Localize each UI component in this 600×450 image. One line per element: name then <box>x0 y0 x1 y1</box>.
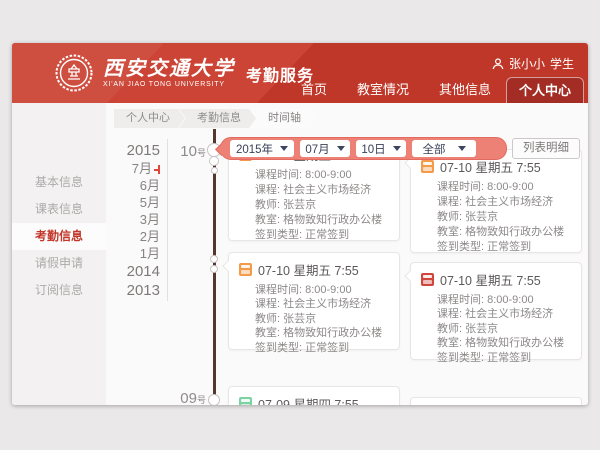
timeline-month-7-selected[interactable]: 7月 <box>108 160 160 177</box>
timeline-node-small <box>210 255 218 263</box>
breadcrumb-timeline[interactable]: 时间轴 <box>250 109 316 128</box>
university-name-en: XI'AN JIAO TONG UNIVERSITY <box>103 81 235 88</box>
breadcrumb-personal-center[interactable]: 个人中心 <box>114 109 185 128</box>
university-logo-icon <box>54 53 94 93</box>
day-marker-10: 10号 <box>162 143 206 161</box>
brand-text: 西安交通大学 XI'AN JIAO TONG UNIVERSITY <box>103 58 235 88</box>
university-name-cn: 西安交通大学 <box>103 58 235 80</box>
timeline-node-day09 <box>208 394 220 405</box>
day-marker-09: 09号 <box>162 390 206 405</box>
card-line: 课程时间: 8:00-9:00 <box>229 168 399 183</box>
card-line: 教室: 格物致知行政办公楼 <box>229 213 399 228</box>
card-line: 签到类型: 正常签到 <box>229 341 399 355</box>
breadcrumb: 个人中心 考勤信息 时间轴 <box>114 109 317 128</box>
timeline-month-5[interactable]: 5月 <box>108 194 160 211</box>
breadcrumb-attendance-info[interactable]: 考勤信息 <box>179 109 256 128</box>
user-info[interactable]: 张小小 学生 <box>492 55 574 72</box>
timeline-node-medium <box>209 156 219 166</box>
timeline-year-month-nav: 2015 7月 6月 5月 3月 2月 1月 2014 2013 <box>108 141 160 300</box>
card-line: 签到类型: 正常签到 <box>411 240 581 255</box>
card-line: 教室: 格物致知行政办公楼 <box>229 326 399 340</box>
timeline-month-6[interactable]: 6月 <box>108 177 160 194</box>
timeline-year-2013[interactable]: 2013 <box>108 281 160 300</box>
card-line: 课程: 社会主义市场经济 <box>229 297 399 311</box>
card-date: 07-10 星期五 7:55 <box>440 270 541 289</box>
card-line: 签到类型: 正常签到 <box>229 228 399 243</box>
sidebar-item-schedule-info[interactable]: 课表信息 <box>12 196 106 223</box>
attendance-card[interactable]: 07-10 星期五 7:55 课程时间: 8:00-9:00 课程: 社会主义市… <box>410 262 582 360</box>
user-name: 张小小 <box>509 55 545 72</box>
card-line: 教室: 格物致知行政办公楼 <box>411 336 581 350</box>
attendance-card[interactable]: 07-09 星期四 7:55 <box>228 386 400 405</box>
timeline-node-small <box>211 167 218 174</box>
nav-item-personal-center-active[interactable]: 个人中心 <box>506 77 584 103</box>
list-detail-button[interactable]: 列表明细 <box>512 138 580 159</box>
calendar-icon <box>421 273 434 286</box>
timeline-nav-divider <box>167 139 168 301</box>
attendance-app-window: 西安交通大学 XI'AN JIAO TONG UNIVERSITY 考勤服务 张… <box>12 43 588 405</box>
timeline-month-2[interactable]: 2月 <box>108 228 160 245</box>
chevron-down-icon <box>458 146 466 151</box>
timeline-year-2014[interactable]: 2014 <box>108 262 160 281</box>
sidebar-item-basic-info[interactable]: 基本信息 <box>12 169 106 196</box>
nav-item-other-info[interactable]: 其他信息 <box>424 77 506 103</box>
calendar-icon <box>239 263 252 276</box>
timeline-month-1[interactable]: 1月 <box>108 245 160 262</box>
app-header: 西安交通大学 XI'AN JIAO TONG UNIVERSITY 考勤服务 张… <box>12 43 588 103</box>
attendance-card-partial[interactable] <box>410 397 582 405</box>
card-line: 课程: 社会主义市场经济 <box>411 195 581 210</box>
card-line: 教师: 张芸京 <box>229 312 399 326</box>
card-date: 07-09 星期四 7:55 <box>258 394 359 405</box>
card-line: 教师: 张芸京 <box>229 198 399 213</box>
brand: 西安交通大学 XI'AN JIAO TONG UNIVERSITY 考勤服务 <box>54 53 314 93</box>
sidebar-item-leave-request[interactable]: 请假申请 <box>12 250 106 277</box>
chevron-down-icon <box>337 146 345 151</box>
attendance-card[interactable]: 07-10 星期五 7:55 课程时间: 8:00-9:00 课程: 社会主义市… <box>410 149 582 253</box>
month-select[interactable]: 07月 <box>300 140 350 157</box>
calendar-icon <box>239 397 252 405</box>
card-line: 教师: 张芸京 <box>411 322 581 336</box>
timeline-year-2015[interactable]: 2015 <box>108 141 160 160</box>
sidebar-item-attendance-info[interactable]: 考勤信息 <box>12 223 106 250</box>
year-select[interactable]: 2015年 <box>230 140 294 157</box>
sidebar: 基本信息 课表信息 考勤信息 请假申请 订阅信息 <box>12 103 106 405</box>
sidebar-item-subscription-info[interactable]: 订阅信息 <box>12 277 106 304</box>
card-line: 签到类型: 正常签到 <box>411 351 581 365</box>
chevron-down-icon <box>280 146 288 151</box>
card-line: 教师: 张芸京 <box>411 210 581 225</box>
user-role: 学生 <box>550 55 574 72</box>
card-line: 课程时间: 8:00-9:00 <box>229 283 399 297</box>
nav-item-classrooms[interactable]: 教室情况 <box>342 77 424 103</box>
attendance-card[interactable]: 07-10 星期五 7:55 课程时间: 8:00-9:00 课程: 社会主义市… <box>228 252 400 350</box>
selected-month-tick <box>153 165 160 174</box>
main-nav: 首页 教室情况 其他信息 个人中心 <box>286 77 584 103</box>
calendar-icon <box>421 160 434 173</box>
type-select[interactable]: 全部 <box>412 140 476 157</box>
card-line: 课程: 社会主义市场经济 <box>229 183 399 198</box>
nav-item-home[interactable]: 首页 <box>286 77 342 103</box>
user-icon <box>492 58 504 70</box>
day-select[interactable]: 10日 <box>356 140 406 157</box>
timeline-month-3[interactable]: 3月 <box>108 211 160 228</box>
card-line: 课程时间: 8:00-9:00 <box>411 180 581 195</box>
card-line: 课程时间: 8:00-9:00 <box>411 293 581 307</box>
card-line: 课程: 社会主义市场经济 <box>411 307 581 321</box>
date-filter-bar: 2015年 07月 10日 全部 <box>220 137 507 160</box>
card-date: 07-10 星期五 7:55 <box>258 260 359 279</box>
chevron-down-icon <box>393 146 401 151</box>
timeline-node-small <box>210 265 218 273</box>
card-line: 教室: 格物致知行政办公楼 <box>411 225 581 240</box>
